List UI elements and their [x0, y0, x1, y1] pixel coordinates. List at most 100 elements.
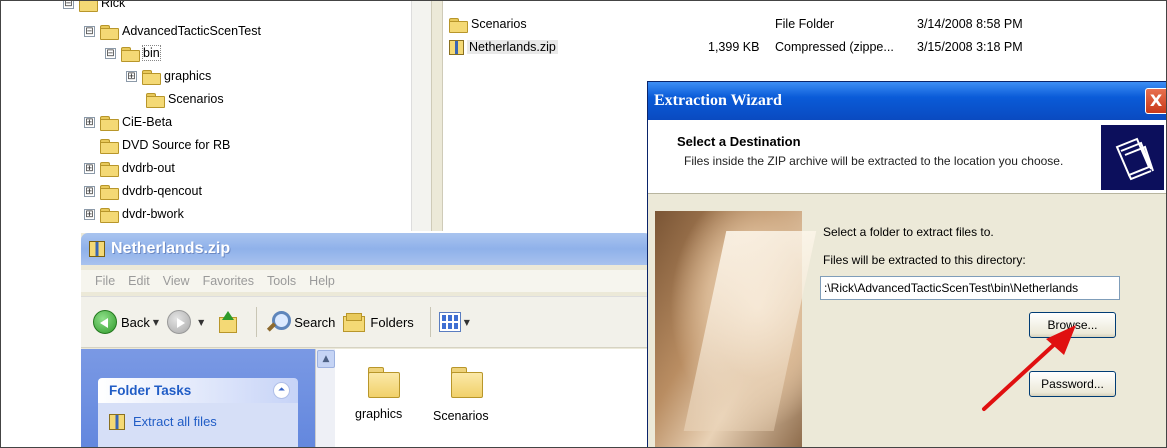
folder-icon — [146, 92, 165, 108]
tree-item-scenarios[interactable]: Scenarios — [146, 89, 224, 109]
tree-item-label: Rick — [101, 0, 126, 10]
views-grid-icon — [438, 312, 461, 332]
tree-item-bin[interactable]: ⊟ bin — [105, 43, 161, 63]
wizard-header: Select a Destination Files inside the ZI… — [648, 120, 1166, 194]
file-name: Netherlands.zip — [467, 40, 558, 54]
tree-item-label: dvdrb-out — [122, 161, 175, 175]
file-type: Compressed (zippe... — [775, 40, 894, 54]
tree-item-label: Scenarios — [168, 92, 224, 106]
folder-content: graphics Scenarios — [335, 349, 651, 447]
wizard-description: Files inside the ZIP archive will be ext… — [684, 154, 1064, 168]
views-button[interactable]: ▼ — [438, 312, 470, 332]
tree-item-label: DVD Source for RB — [122, 138, 231, 152]
folder-icon — [100, 161, 119, 177]
search-icon — [265, 310, 292, 334]
dropdown-arrow-icon[interactable]: ▼ — [464, 318, 470, 327]
collapse-icon[interactable]: ⊟ — [105, 47, 116, 59]
browse-button[interactable]: Browse... — [1029, 312, 1116, 338]
folder-icon[interactable] — [451, 367, 485, 398]
file-name: Scenarios — [471, 17, 527, 31]
collapse-icon[interactable]: ⊟ — [84, 25, 95, 37]
tree-item-dvdrb-qencout[interactable]: ⊞ dvdrb-qencout — [84, 181, 202, 201]
menu-bar: File Edit View Favorites Tools Help — [81, 270, 651, 292]
folder-tasks-header[interactable]: Folder Tasks ⏶ — [98, 378, 298, 403]
tree-item-label: AdvancedTacticScenTest — [122, 24, 261, 38]
tree-item-dvdrb-out[interactable]: ⊞ dvdrb-out — [84, 158, 175, 178]
dropdown-arrow-icon[interactable]: ▼ — [153, 318, 159, 327]
tree-item-advancedtacticscentest[interactable]: ⊟ AdvancedTacticScenTest — [84, 21, 261, 41]
menu-view[interactable]: View — [163, 274, 190, 288]
explorer-toolbar: Back ▼ ▼ Search Folders ▼ — [81, 296, 651, 348]
folder-icon — [100, 207, 119, 223]
file-modified: 3/15/2008 3:18 PM — [917, 40, 1023, 54]
explorer-window: Netherlands.zip File Edit View Favorites… — [81, 233, 651, 447]
folder-icon — [79, 1, 98, 12]
wizard-heading: Select a Destination — [677, 134, 801, 149]
tree-item-dvdr-bwork[interactable]: ⊞ dvdr-bwork — [84, 204, 184, 224]
content-item-graphics[interactable]: graphics — [355, 407, 402, 421]
expand-icon[interactable]: ⊞ — [84, 116, 95, 128]
tree-item-label: dvdrb-qencout — [122, 184, 202, 198]
zip-folder-logo-icon — [1101, 125, 1164, 190]
expand-icon[interactable]: ⊞ — [84, 185, 95, 197]
folders-button[interactable]: Folders — [343, 313, 414, 332]
folder-icon — [100, 184, 119, 200]
tree-item-cie-beta[interactable]: ⊞ CiE-Beta — [84, 112, 172, 132]
folder-icon — [100, 115, 119, 131]
menu-help[interactable]: Help — [309, 274, 335, 288]
file-size: 1,399 KB — [708, 40, 760, 54]
password-button[interactable]: Password... — [1029, 371, 1116, 397]
tree-item-dvd-source[interactable]: DVD Source for RB — [100, 135, 230, 155]
zip-folder-icon — [89, 241, 105, 257]
folder-icon — [449, 17, 468, 33]
destination-path-value: :\Rick\AdvancedTacticScenTest\bin\Nether… — [824, 281, 1079, 295]
folders-icon — [343, 313, 366, 332]
folder-up-icon[interactable] — [216, 311, 238, 333]
folder-open-icon — [121, 46, 140, 62]
menu-favorites[interactable]: Favorites — [203, 274, 254, 288]
menu-edit[interactable]: Edit — [128, 274, 150, 288]
tree-item-label: CiE-Beta — [122, 115, 173, 129]
tree-item-graphics[interactable]: ⊞ graphics — [126, 66, 211, 86]
destination-path-input[interactable]: :\Rick\AdvancedTacticScenTest\bin\Nether… — [820, 276, 1120, 300]
search-label: Search — [294, 314, 336, 330]
tree-scrollbar[interactable] — [411, 1, 431, 231]
folder-tree: ⊟ Rick ⊟ AdvancedTacticScenTest ⊟ bin ⊞ … — [1, 0, 431, 231]
tree-item-label: bin — [142, 45, 161, 61]
tree-item-label: dvdr-bwork — [122, 207, 184, 221]
dropdown-arrow-icon[interactable]: ▼ — [198, 318, 204, 327]
close-button[interactable]: X — [1145, 88, 1166, 114]
wizard-titlebar[interactable]: Extraction Wizard X — [648, 82, 1166, 120]
menu-file[interactable]: File — [95, 274, 115, 288]
tasks-pane: Folder Tasks ⏶ Extract all files — [81, 349, 315, 447]
toolbar-separator — [429, 307, 431, 337]
pane-splitter[interactable] — [431, 1, 443, 231]
back-arrow-icon — [93, 310, 117, 334]
scroll-up-arrow-icon[interactable]: ▲ — [317, 350, 335, 368]
explorer-titlebar[interactable]: Netherlands.zip — [81, 233, 651, 265]
search-button[interactable]: Search — [265, 310, 335, 334]
chevron-up-icon[interactable]: ⏶ — [273, 382, 290, 399]
folder-icon — [142, 69, 161, 85]
extract-icon — [109, 414, 125, 430]
forward-button[interactable]: ▼ — [167, 310, 204, 334]
content-scrollbar[interactable]: ▲ — [315, 349, 335, 447]
content-item-scenarios[interactable]: Scenarios — [433, 409, 489, 423]
tree-item-rick[interactable]: ⊟ Rick — [63, 0, 126, 13]
expand-icon[interactable]: ⊞ — [84, 162, 95, 174]
screenshot: ⊟ Rick ⊟ AdvancedTacticScenTest ⊟ bin ⊞ … — [0, 0, 1167, 448]
folder-icon[interactable] — [368, 367, 402, 398]
zip-file-icon — [449, 39, 464, 55]
extract-all-files-link[interactable]: Extract all files — [133, 414, 217, 429]
folder-tasks-body: Extract all files — [98, 403, 298, 447]
collapse-icon[interactable]: ⊟ — [63, 1, 74, 9]
window-title: Netherlands.zip — [111, 240, 231, 257]
file-row-scenarios[interactable]: Scenarios — [449, 14, 527, 34]
expand-icon[interactable]: ⊞ — [126, 70, 137, 82]
destination-directory-label: Files will be extracted to this director… — [823, 253, 1026, 267]
menu-tools[interactable]: Tools — [267, 274, 296, 288]
expand-icon[interactable]: ⊞ — [84, 208, 95, 220]
folders-label: Folders — [370, 314, 414, 330]
file-row-netherlands-zip[interactable]: Netherlands.zip — [449, 37, 558, 57]
back-button[interactable]: Back ▼ — [93, 310, 159, 334]
